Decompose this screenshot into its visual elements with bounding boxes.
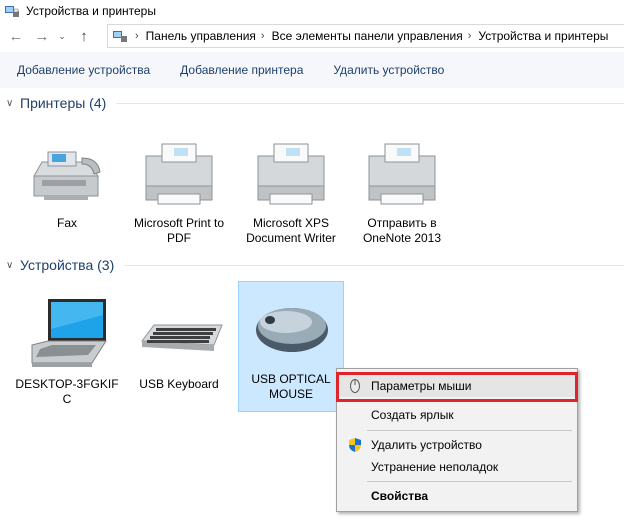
breadcrumb-separator-icon[interactable]: › xyxy=(135,30,139,42)
printer-label: Отправить в OneNote 2013 xyxy=(362,216,442,245)
menu-item-label: Свойства xyxy=(371,489,429,503)
printer-icon xyxy=(257,143,325,205)
menu-item-troubleshoot[interactable]: Устранение неполадок xyxy=(339,456,575,478)
recent-locations-chevron-icon[interactable]: ⌄ xyxy=(56,24,68,48)
devices-group-title: Устройства (3) xyxy=(20,257,115,273)
fax-icon xyxy=(33,151,101,200)
breadcrumb-all-items[interactable]: Все элементы панели управления xyxy=(272,29,463,43)
keyboard-icon xyxy=(141,324,223,351)
mouse-icon xyxy=(256,308,328,352)
device-item-keyboard[interactable]: USB Keyboard xyxy=(126,295,232,392)
breadcrumb-separator-icon[interactable]: › xyxy=(468,30,472,42)
collapse-chevron-icon[interactable]: ∨ xyxy=(6,260,20,271)
address-bar[interactable]: › Панель управления › Все элементы панел… xyxy=(107,24,624,48)
printer-item-xps-writer[interactable]: Microsoft XPS Document Writer xyxy=(238,136,344,246)
control-panel-icon xyxy=(113,31,127,42)
title-bar: Устройства и принтеры xyxy=(0,0,624,22)
printer-item-fax[interactable]: Fax xyxy=(14,136,120,231)
devices-group-header[interactable]: ∨ Устройства (3) xyxy=(6,257,624,273)
menu-item-properties[interactable]: Свойства xyxy=(339,485,575,507)
menu-item-create-shortcut[interactable]: Создать ярлык xyxy=(339,404,575,426)
menu-separator xyxy=(367,481,572,482)
printer-label: Microsoft Print to PDF xyxy=(133,216,225,245)
menu-item-remove-device[interactable]: Удалить устройство xyxy=(339,434,575,456)
navigation-bar: ← → ⌄ ↑ › Панель управления › Все элемен… xyxy=(0,22,624,50)
add-printer-button[interactable]: Добавление принтера xyxy=(180,63,303,77)
printer-icon xyxy=(368,143,436,205)
printer-label: Fax xyxy=(56,216,77,230)
breadcrumb-devices-printers[interactable]: Устройства и принтеры xyxy=(478,29,608,43)
menu-separator xyxy=(367,430,572,431)
command-bar: Добавление устройства Добавление принтер… xyxy=(0,52,624,88)
devices-printers-icon xyxy=(5,6,19,17)
printer-icon xyxy=(145,143,213,205)
device-item-mouse[interactable]: USB OPTICAL MOUSE xyxy=(238,281,344,412)
device-label: USB OPTICAL MOUSE xyxy=(251,372,331,401)
printers-group-title: Принтеры (4) xyxy=(20,95,107,111)
add-device-button[interactable]: Добавление устройства xyxy=(17,63,150,77)
device-item-desktop[interactable]: DESKTOP-3FGKIF C xyxy=(14,295,120,407)
forward-icon[interactable]: → xyxy=(32,24,52,48)
breadcrumb-control-panel[interactable]: Панель управления xyxy=(146,29,256,43)
up-icon[interactable]: ↑ xyxy=(74,24,94,48)
remove-device-button[interactable]: Удалить устройство xyxy=(333,63,444,77)
back-icon[interactable]: ← xyxy=(6,24,26,48)
collapse-chevron-icon[interactable]: ∨ xyxy=(6,98,20,109)
device-label: DESKTOP-3FGKIF C xyxy=(15,377,119,406)
uac-shield-icon xyxy=(349,438,361,452)
menu-item-label: Удалить устройство xyxy=(371,438,482,452)
menu-item-label: Создать ярлык xyxy=(371,408,454,422)
breadcrumb-separator-icon[interactable]: › xyxy=(261,30,265,42)
printer-label: Microsoft XPS Document Writer xyxy=(246,216,336,245)
group-divider xyxy=(124,264,624,266)
printers-group-header[interactable]: ∨ Принтеры (4) xyxy=(6,95,624,111)
printer-item-print-to-pdf[interactable]: Microsoft Print to PDF xyxy=(126,136,232,246)
group-divider xyxy=(116,102,624,104)
printer-item-onenote[interactable]: Отправить в OneNote 2013 xyxy=(349,136,455,246)
device-label: USB Keyboard xyxy=(139,377,219,391)
laptop-icon xyxy=(31,299,107,367)
menu-item-label: Устранение неполадок xyxy=(371,460,499,474)
annotation-highlight-box xyxy=(336,372,578,402)
window-title: Устройства и принтеры xyxy=(26,4,156,18)
